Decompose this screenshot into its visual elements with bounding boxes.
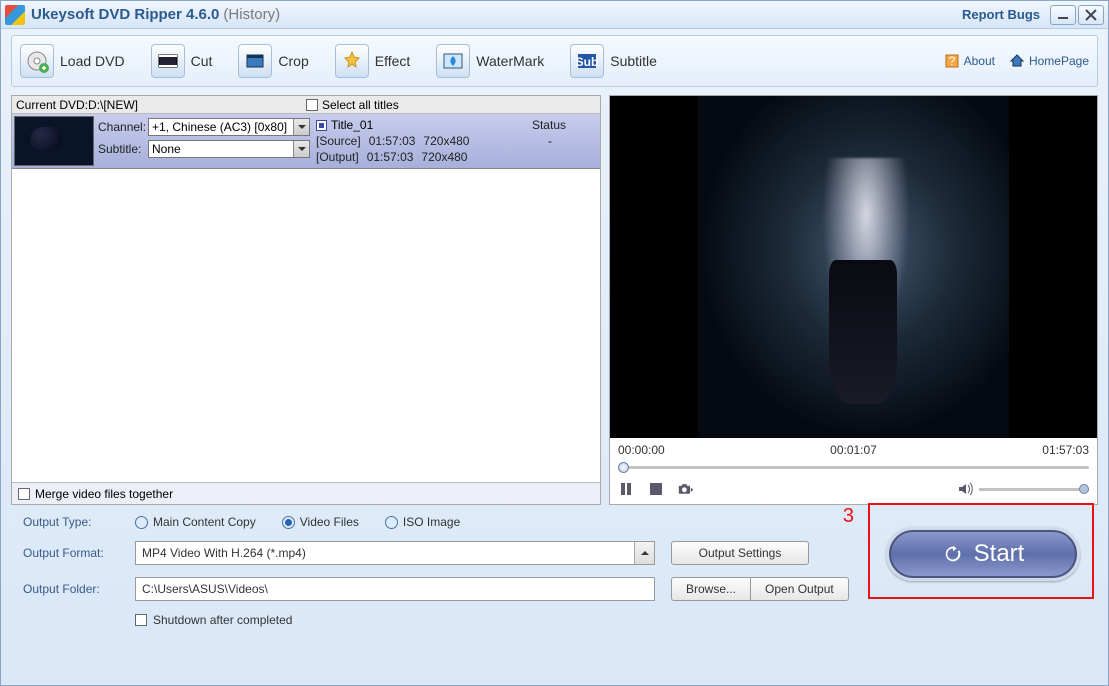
select-all-checkbox[interactable] (306, 99, 318, 111)
select-all-label: Select all titles (322, 98, 399, 112)
channel-select[interactable]: +1, Chinese (AC3) [0x80] (148, 118, 310, 136)
preview-panel: 00:00:00 00:01:07 01:57:03 (609, 95, 1098, 505)
watermark-button[interactable]: WaterMark (436, 44, 544, 78)
shutdown-label: Shutdown after completed (153, 613, 292, 627)
close-button[interactable] (1078, 5, 1104, 25)
source-duration: 01:57:03 (369, 134, 416, 148)
output-settings-button[interactable]: Output Settings (671, 541, 809, 565)
subtitle-button[interactable]: Sub Subtitle (570, 44, 657, 78)
status-value: - (548, 134, 596, 148)
app-logo-icon (5, 5, 25, 25)
report-bugs-link[interactable]: Report Bugs (962, 7, 1040, 22)
merge-bar: Merge video files together (12, 482, 600, 504)
output-label: [Output] (316, 150, 359, 164)
shutdown-checkbox[interactable] (135, 614, 147, 626)
video-preview[interactable] (610, 96, 1097, 438)
source-label: [Source] (316, 134, 361, 148)
pause-button[interactable] (618, 481, 634, 497)
homepage-link[interactable]: HomePage (1009, 53, 1089, 69)
radio-main-content[interactable]: Main Content Copy (135, 515, 256, 529)
status-header: Status (532, 118, 596, 132)
crop-icon (238, 44, 272, 78)
title-list-panel: Current DVD:D:\[NEW] Select all titles C… (11, 95, 601, 505)
volume-slider[interactable] (979, 488, 1089, 491)
channel-label: Channel: (98, 120, 148, 134)
titlebar: Ukeysoft DVD Ripper 4.6.0 (History) Repo… (1, 1, 1108, 29)
seek-slider[interactable] (610, 460, 1097, 474)
output-resolution: 720x480 (421, 150, 467, 164)
about-link[interactable]: ? About (944, 53, 995, 69)
source-resolution: 720x480 (423, 134, 469, 148)
time-start: 00:00:00 (618, 443, 665, 457)
toolbar: Load DVD Cut Crop Effect WaterMark Sub S… (11, 35, 1098, 87)
volume-icon[interactable] (957, 481, 973, 497)
refresh-icon (942, 543, 964, 565)
time-current: 00:01:07 (830, 443, 877, 457)
title-row[interactable]: Channel: +1, Chinese (AC3) [0x80] Subtit… (12, 114, 600, 169)
annotation-number: 3 (843, 505, 854, 528)
stop-button[interactable] (648, 481, 664, 497)
load-dvd-button[interactable]: Load DVD (20, 44, 125, 78)
watermark-icon (436, 44, 470, 78)
output-section: Output Type: Main Content Copy Video Fil… (23, 515, 1094, 627)
title-checkbox[interactable] (316, 120, 327, 131)
effect-star-icon (335, 44, 369, 78)
output-folder-label: Output Folder: (23, 582, 135, 596)
app-window: Ukeysoft DVD Ripper 4.6.0 (History) Repo… (0, 0, 1109, 686)
chevron-down-icon (293, 141, 309, 157)
output-folder-input[interactable]: C:\Users\ASUS\Videos\ (135, 577, 655, 601)
output-duration: 01:57:03 (367, 150, 414, 164)
svg-text:Sub: Sub (576, 55, 599, 69)
current-dvd-label: Current DVD:D:\[NEW] (16, 98, 138, 112)
dvd-icon (20, 44, 54, 78)
list-header: Current DVD:D:\[NEW] Select all titles (12, 96, 600, 114)
main-area: Current DVD:D:\[NEW] Select all titles C… (11, 95, 1098, 505)
subtitle-select[interactable]: None (148, 140, 310, 158)
title-thumbnail (14, 116, 94, 166)
cut-button[interactable]: Cut (151, 44, 213, 78)
radio-video-files[interactable]: Video Files (282, 515, 359, 529)
minimize-button[interactable] (1050, 5, 1076, 25)
subtitle-label: Subtitle: (98, 142, 148, 156)
home-icon (1009, 53, 1025, 69)
app-title: Ukeysoft DVD Ripper 4.6.0 (31, 6, 219, 23)
time-end: 01:57:03 (1042, 443, 1089, 457)
player-controls (610, 474, 1097, 504)
app-title-suffix: (History) (223, 6, 280, 23)
output-format-select[interactable]: MP4 Video With H.264 (*.mp4) (135, 541, 655, 565)
merge-label: Merge video files together (35, 487, 173, 501)
radio-iso-image[interactable]: ISO Image (385, 515, 460, 529)
browse-button[interactable]: Browse... (671, 577, 751, 601)
open-output-button[interactable]: Open Output (751, 577, 849, 601)
svg-text:?: ? (948, 54, 955, 68)
effect-button[interactable]: Effect (335, 44, 411, 78)
snapshot-button[interactable] (678, 481, 694, 497)
start-button[interactable]: Start (886, 527, 1080, 581)
title-name: Title_01 (331, 118, 373, 132)
subtitle-icon: Sub (570, 44, 604, 78)
time-display: 00:00:00 00:01:07 01:57:03 (610, 438, 1097, 460)
merge-checkbox[interactable] (18, 488, 30, 500)
film-cut-icon (151, 44, 185, 78)
chevron-up-icon (634, 542, 654, 564)
about-icon: ? (944, 53, 960, 69)
output-type-label: Output Type: (23, 515, 135, 529)
output-format-label: Output Format: (23, 546, 135, 560)
crop-button[interactable]: Crop (238, 44, 308, 78)
chevron-down-icon (293, 119, 309, 135)
